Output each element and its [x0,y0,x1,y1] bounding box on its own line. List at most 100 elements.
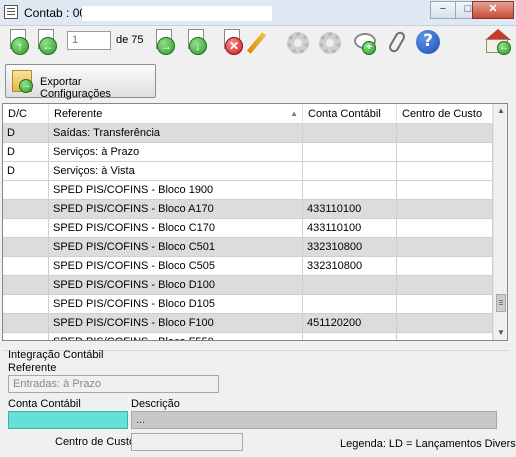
table-row[interactable]: SPED PIS/COFINS - Bloco C505 332310800 [3,257,493,276]
close-button[interactable]: ✕ [472,1,514,19]
table-row[interactable]: D Serviços: à Prazo [3,143,493,162]
cell-referente: SPED PIS/COFINS - Bloco F100 [49,314,303,333]
gear-disabled-icon [287,32,309,54]
cell-conta [303,295,397,314]
gear-cancel-button[interactable] [316,29,342,55]
referente-field[interactable]: Entradas: à Prazo [8,375,219,393]
cell-referente: SPED PIS/COFINS - Bloco A170 [49,200,303,219]
table-row[interactable]: SPED PIS/COFINS - Bloco C170 433110100 [3,219,493,238]
table-row[interactable]: SPED PIS/COFINS - Bloco D105 [3,295,493,314]
home-button[interactable]: ← [485,29,511,55]
cell-referente: Serviços: à Prazo [49,143,303,162]
table-row[interactable]: D Serviços: à Vista [3,162,493,181]
grid-vertical-scrollbar[interactable]: ▲ ▼ [493,104,507,340]
cell-centro-custo [397,276,493,295]
table-row[interactable]: SPED PIS/COFINS - Bloco D100 [3,276,493,295]
cell-dc: D [3,162,49,181]
scroll-down-arrow-icon[interactable]: ▼ [494,326,507,340]
column-header-conta[interactable]: Conta Contábil [303,104,397,124]
cell-dc: D [3,124,49,143]
app-icon [4,5,18,19]
last-record-icon: ↓ [189,37,207,55]
cell-referente: SPED PIS/COFINS - Bloco D100 [49,276,303,295]
cell-referente: SPED PIS/COFINS - Bloco C170 [49,219,303,238]
scroll-up-arrow-icon[interactable]: ▲ [494,104,507,118]
cell-centro-custo [397,333,493,340]
export-config-button[interactable]: → Exportar Configurações [5,64,156,100]
cell-referente: SPED PIS/COFINS - Bloco 1900 [49,181,303,200]
cell-referente: SPED PIS/COFINS - Bloco F550 [49,333,303,340]
folder-icon: → [12,70,33,93]
table-row[interactable]: SPED PIS/COFINS - Bloco 1900 [3,181,493,200]
cell-conta: 451120200 [303,314,397,333]
cell-conta: 433110100 [303,200,397,219]
delete-record-icon: ✕ [225,37,243,55]
cell-dc [3,333,49,340]
attachment-button[interactable] [384,29,410,55]
centro-custo-field[interactable] [131,433,243,451]
table-row[interactable]: SPED PIS/COFINS - Bloco F550 [3,333,493,340]
data-grid[interactable]: D/C Referente ▲ Conta Contábil Centro de… [2,103,508,341]
referente-label: Referente [8,362,57,374]
next-record-icon: → [157,37,175,55]
column-header-dc[interactable]: D/C [3,104,49,124]
next-record-button[interactable]: → [152,29,178,55]
descricao-field[interactable]: ... [131,411,497,429]
cell-centro-custo [397,181,493,200]
edit-pencil-icon [246,32,267,54]
cell-centro-custo [397,238,493,257]
first-record-icon: ↑ [11,37,29,55]
cell-centro-custo [397,295,493,314]
conta-contabil-field[interactable] [8,411,128,429]
toolbar: ↑ ← 1 de 75 → ↓ ✕ + ? ← [0,26,516,60]
add-comment-icon: + [362,41,376,55]
cell-centro-custo [397,219,493,238]
page-total-label: de 75 [116,34,144,46]
previous-record-icon: ← [39,37,57,55]
cell-referente: SPED PIS/COFINS - Bloco D105 [49,295,303,314]
add-comment-button[interactable]: + [352,29,378,55]
cell-referente: SPED PIS/COFINS - Bloco C501 [49,238,303,257]
column-header-centro-custo[interactable]: Centro de Custo [397,104,493,124]
table-row[interactable]: D Saídas: Transferência [3,124,493,143]
cell-dc [3,257,49,276]
minimize-button[interactable]: − [430,1,456,19]
page-number-input[interactable]: 1 [67,31,111,50]
gear-cancel-disabled-icon [319,32,341,54]
column-header-referente[interactable]: Referente ▲ [49,104,303,124]
edit-button[interactable] [246,29,276,55]
cell-dc [3,276,49,295]
cell-conta: 433110100 [303,219,397,238]
cell-dc [3,238,49,257]
cell-conta [303,181,397,200]
export-arrow-icon: → [19,79,33,93]
cell-centro-custo [397,314,493,333]
cell-referente: Serviços: à Vista [49,162,303,181]
centro-custo-label: Centro de Custo: [55,436,139,448]
cell-dc [3,314,49,333]
cell-centro-custo [397,124,493,143]
help-button[interactable]: ? [415,29,441,55]
attachment-clip-icon [387,29,407,55]
cell-dc [3,181,49,200]
grid-header: D/C Referente ▲ Conta Contábil Centro de… [3,104,493,124]
cell-dc [3,219,49,238]
cell-dc [3,200,49,219]
gear-button[interactable] [284,29,310,55]
cell-referente: SPED PIS/COFINS - Bloco C505 [49,257,303,276]
last-record-button[interactable]: ↓ [184,29,210,55]
redacted-area [82,6,272,21]
cell-dc [3,295,49,314]
previous-record-button[interactable]: ← [34,29,60,55]
legenda-text: Legenda: LD = Lançamentos Diversos [340,438,516,450]
first-record-button[interactable]: ↑ [6,29,32,55]
table-row[interactable]: SPED PIS/COFINS - Bloco A170 433110100 [3,200,493,219]
table-row[interactable]: SPED PIS/COFINS - Bloco C501 332310800 [3,238,493,257]
delete-record-button[interactable]: ✕ [220,29,246,55]
table-row[interactable]: SPED PIS/COFINS - Bloco F100 451120200 [3,314,493,333]
cell-conta [303,276,397,295]
scrollbar-thumb[interactable] [496,294,506,312]
group-title: Integração Contábil [8,349,104,361]
cell-dc: D [3,143,49,162]
integracao-contabil-group: Integração Contábil Referente Entradas: … [3,349,516,455]
